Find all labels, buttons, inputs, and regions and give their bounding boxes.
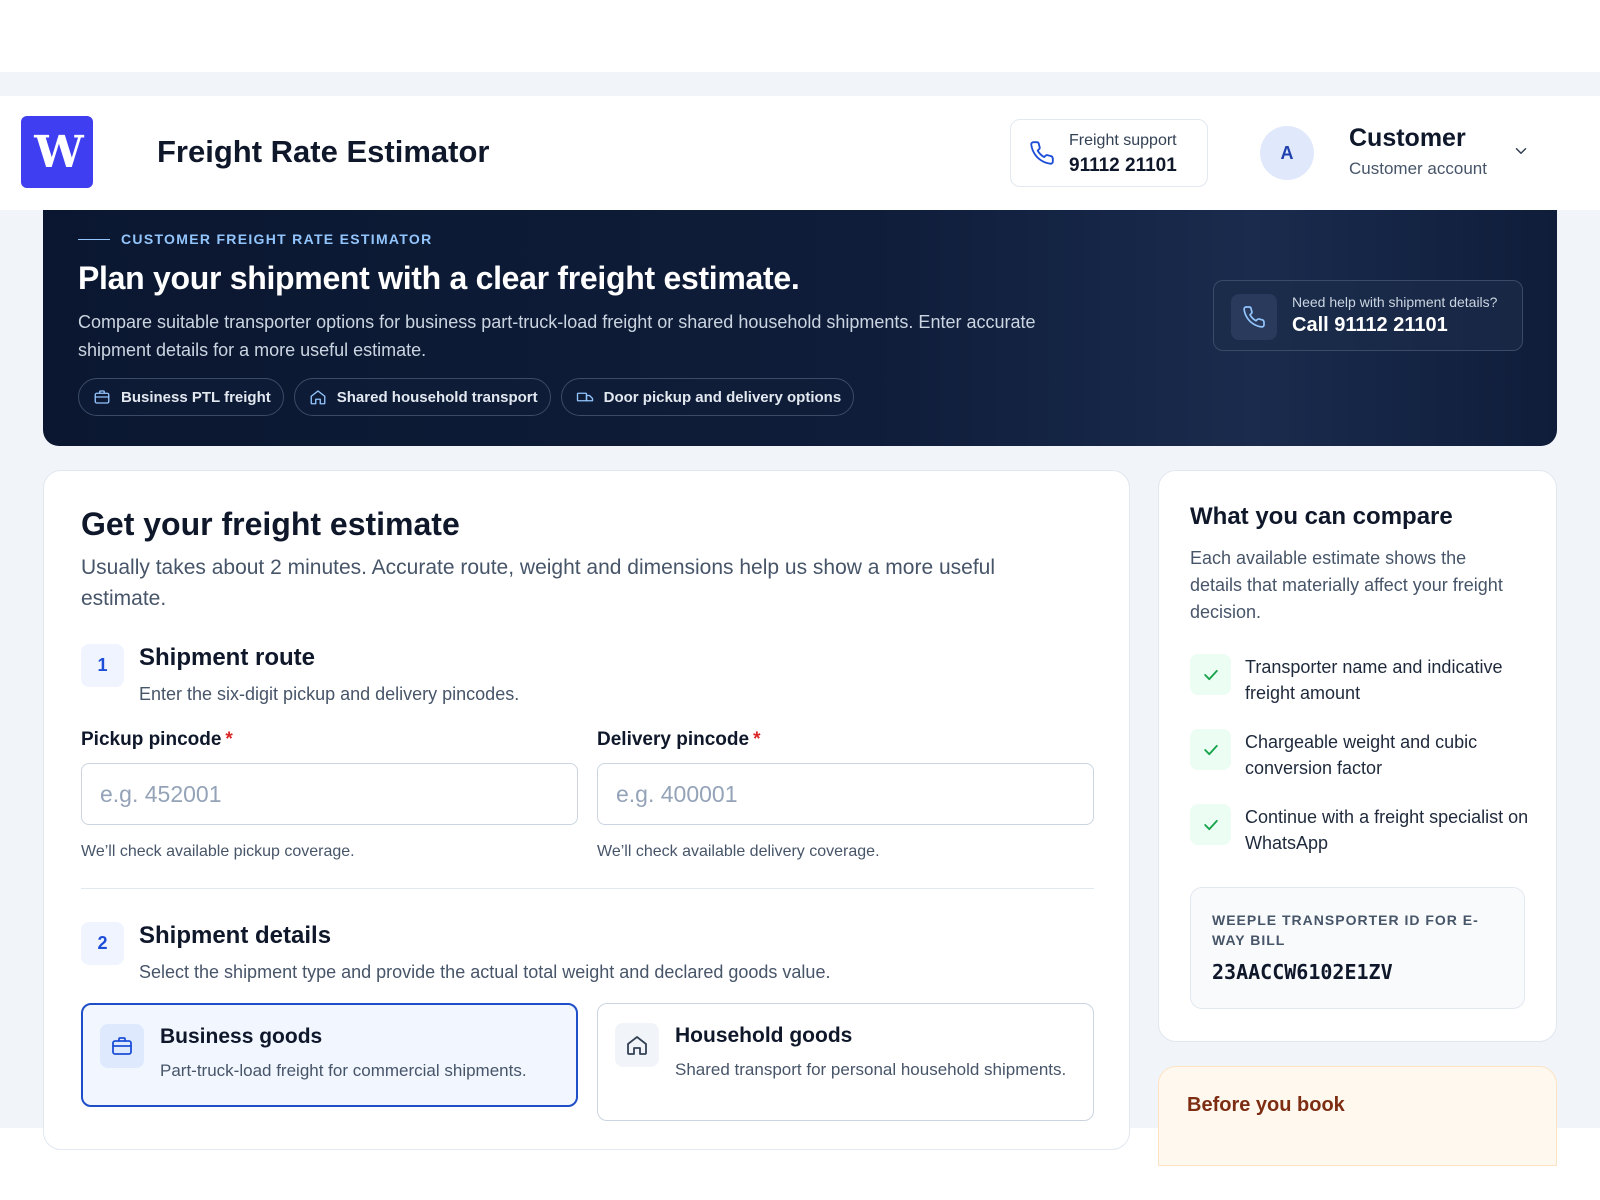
home-icon <box>310 390 326 405</box>
phone-icon <box>1243 306 1265 328</box>
step-badge: 2 <box>81 922 124 965</box>
help-label: Need help with shipment details? <box>1292 294 1498 310</box>
delivery-help-text: We’ll check available delivery coverage. <box>597 843 880 860</box>
estimate-form-card: Get your freight estimate Usually takes … <box>43 470 1130 1150</box>
type-description: Shared transport for personal household … <box>675 1060 1067 1079</box>
brand-logo[interactable]: W <box>21 116 93 188</box>
before-you-book-card: Before you book <box>1158 1066 1557 1166</box>
pickup-pincode-input[interactable] <box>81 763 578 825</box>
support-label: Freight support <box>1069 132 1177 149</box>
check-icon <box>1203 819 1218 830</box>
step-title: Shipment route <box>139 644 316 671</box>
required-marker: * <box>225 729 233 750</box>
shipment-type-business[interactable]: Business goods Part-truck-load freight f… <box>81 1003 578 1107</box>
compare-title: What you can compare <box>1190 503 1453 530</box>
phone-icon <box>1030 141 1054 165</box>
compare-description: Each available estimate shows the detail… <box>1190 548 1503 622</box>
chip-business-ptl: Business PTL freight <box>78 378 284 416</box>
shipment-type-household[interactable]: Household goods Shared transport for per… <box>597 1003 1094 1121</box>
chip-household: Shared household transport <box>293 378 551 416</box>
freight-support-button[interactable]: Freight support 91112 21101 <box>1010 119 1208 187</box>
section-divider <box>81 888 1094 889</box>
check-icon <box>1203 669 1218 680</box>
step-description: Select the shipment type and provide the… <box>139 962 831 982</box>
step-badge: 1 <box>81 644 124 687</box>
page-title: Freight Rate Estimator <box>157 134 490 169</box>
eyebrow-line <box>78 238 110 240</box>
truck-icon <box>576 392 593 402</box>
step-description: Enter the six-digit pickup and delivery … <box>139 684 520 704</box>
compare-item-text: Chargeable weight and cubic conversion f… <box>1245 732 1478 778</box>
delivery-pincode-input[interactable] <box>597 763 1094 825</box>
compare-item-text: Transporter name and indicative freight … <box>1245 657 1503 703</box>
check-icon-wrap <box>1190 804 1231 845</box>
type-title: Household goods <box>675 1024 853 1047</box>
required-marker: * <box>753 729 761 750</box>
form-title: Get your freight estimate <box>81 506 460 542</box>
check-icon-wrap <box>1190 729 1231 770</box>
chip-door-pickup: Door pickup and delivery options <box>560 378 855 416</box>
page: W Freight Rate Estimator Freight support… <box>0 0 1600 1200</box>
account-subtitle: Customer account <box>1349 159 1487 178</box>
pickup-help-text: We’ll check available pickup coverage. <box>81 843 355 860</box>
eway-value: 23AACCW6102E1ZV <box>1212 960 1393 984</box>
check-icon-wrap <box>1190 654 1231 695</box>
type-title: Business goods <box>160 1025 323 1048</box>
help-cta: Call 91112 21101 <box>1292 314 1448 336</box>
hero-banner: CUSTOMER FREIGHT RATE ESTIMATOR Plan you… <box>43 210 1557 446</box>
avatar[interactable]: A <box>1260 126 1314 180</box>
help-call-button[interactable]: Need help with shipment details? Call 91… <box>1213 280 1523 351</box>
chip-label: Shared household transport <box>336 388 538 406</box>
chevron-down-icon[interactable] <box>1512 142 1530 160</box>
type-icon-wrap <box>615 1023 659 1067</box>
hero-title: Plan your shipment with a clear freight … <box>78 260 800 296</box>
top-margin <box>0 0 1600 72</box>
briefcase-icon <box>94 390 110 404</box>
hero-description: Compare suitable transporter options for… <box>78 312 1036 360</box>
pickup-pincode-label: Pickup pincode * <box>81 729 233 751</box>
feature-chips: Business PTL freight Shared household tr… <box>78 378 855 416</box>
help-icon-wrap <box>1231 294 1277 340</box>
label-text: Delivery pincode <box>597 729 750 750</box>
home-icon <box>627 1036 647 1055</box>
note-title: Before you book <box>1187 1094 1345 1116</box>
chip-label: Door pickup and delivery options <box>603 388 842 406</box>
account-name[interactable]: Customer <box>1349 124 1466 153</box>
compare-item-text: Continue with a freight specialist on Wh… <box>1245 807 1529 853</box>
type-icon-wrap <box>100 1024 144 1068</box>
form-subtitle: Usually takes about 2 minutes. Accurate … <box>81 556 996 610</box>
compare-card: What you can compare Each available esti… <box>1158 470 1557 1042</box>
type-description: Part-truck-load freight for commercial s… <box>160 1061 527 1080</box>
step-title: Shipment details <box>139 922 332 949</box>
logo-letter: W <box>34 126 83 178</box>
label-text: Pickup pincode <box>81 729 222 750</box>
check-icon <box>1203 744 1218 755</box>
eyebrow-text: CUSTOMER FREIGHT RATE ESTIMATOR <box>121 231 433 247</box>
briefcase-icon <box>112 1037 132 1055</box>
eway-label: WEEPLE TRANSPORTER ID FOR E-WAY BILL <box>1212 912 1479 948</box>
support-number: 91112 21101 <box>1069 155 1177 176</box>
app-header: W Freight Rate Estimator Freight support… <box>0 96 1600 210</box>
chip-label: Business PTL freight <box>121 388 271 406</box>
eway-transporter-id: WEEPLE TRANSPORTER ID FOR E-WAY BILL 23A… <box>1190 887 1525 1009</box>
delivery-pincode-label: Delivery pincode * <box>597 729 760 751</box>
hero-eyebrow: CUSTOMER FREIGHT RATE ESTIMATOR <box>78 231 433 247</box>
